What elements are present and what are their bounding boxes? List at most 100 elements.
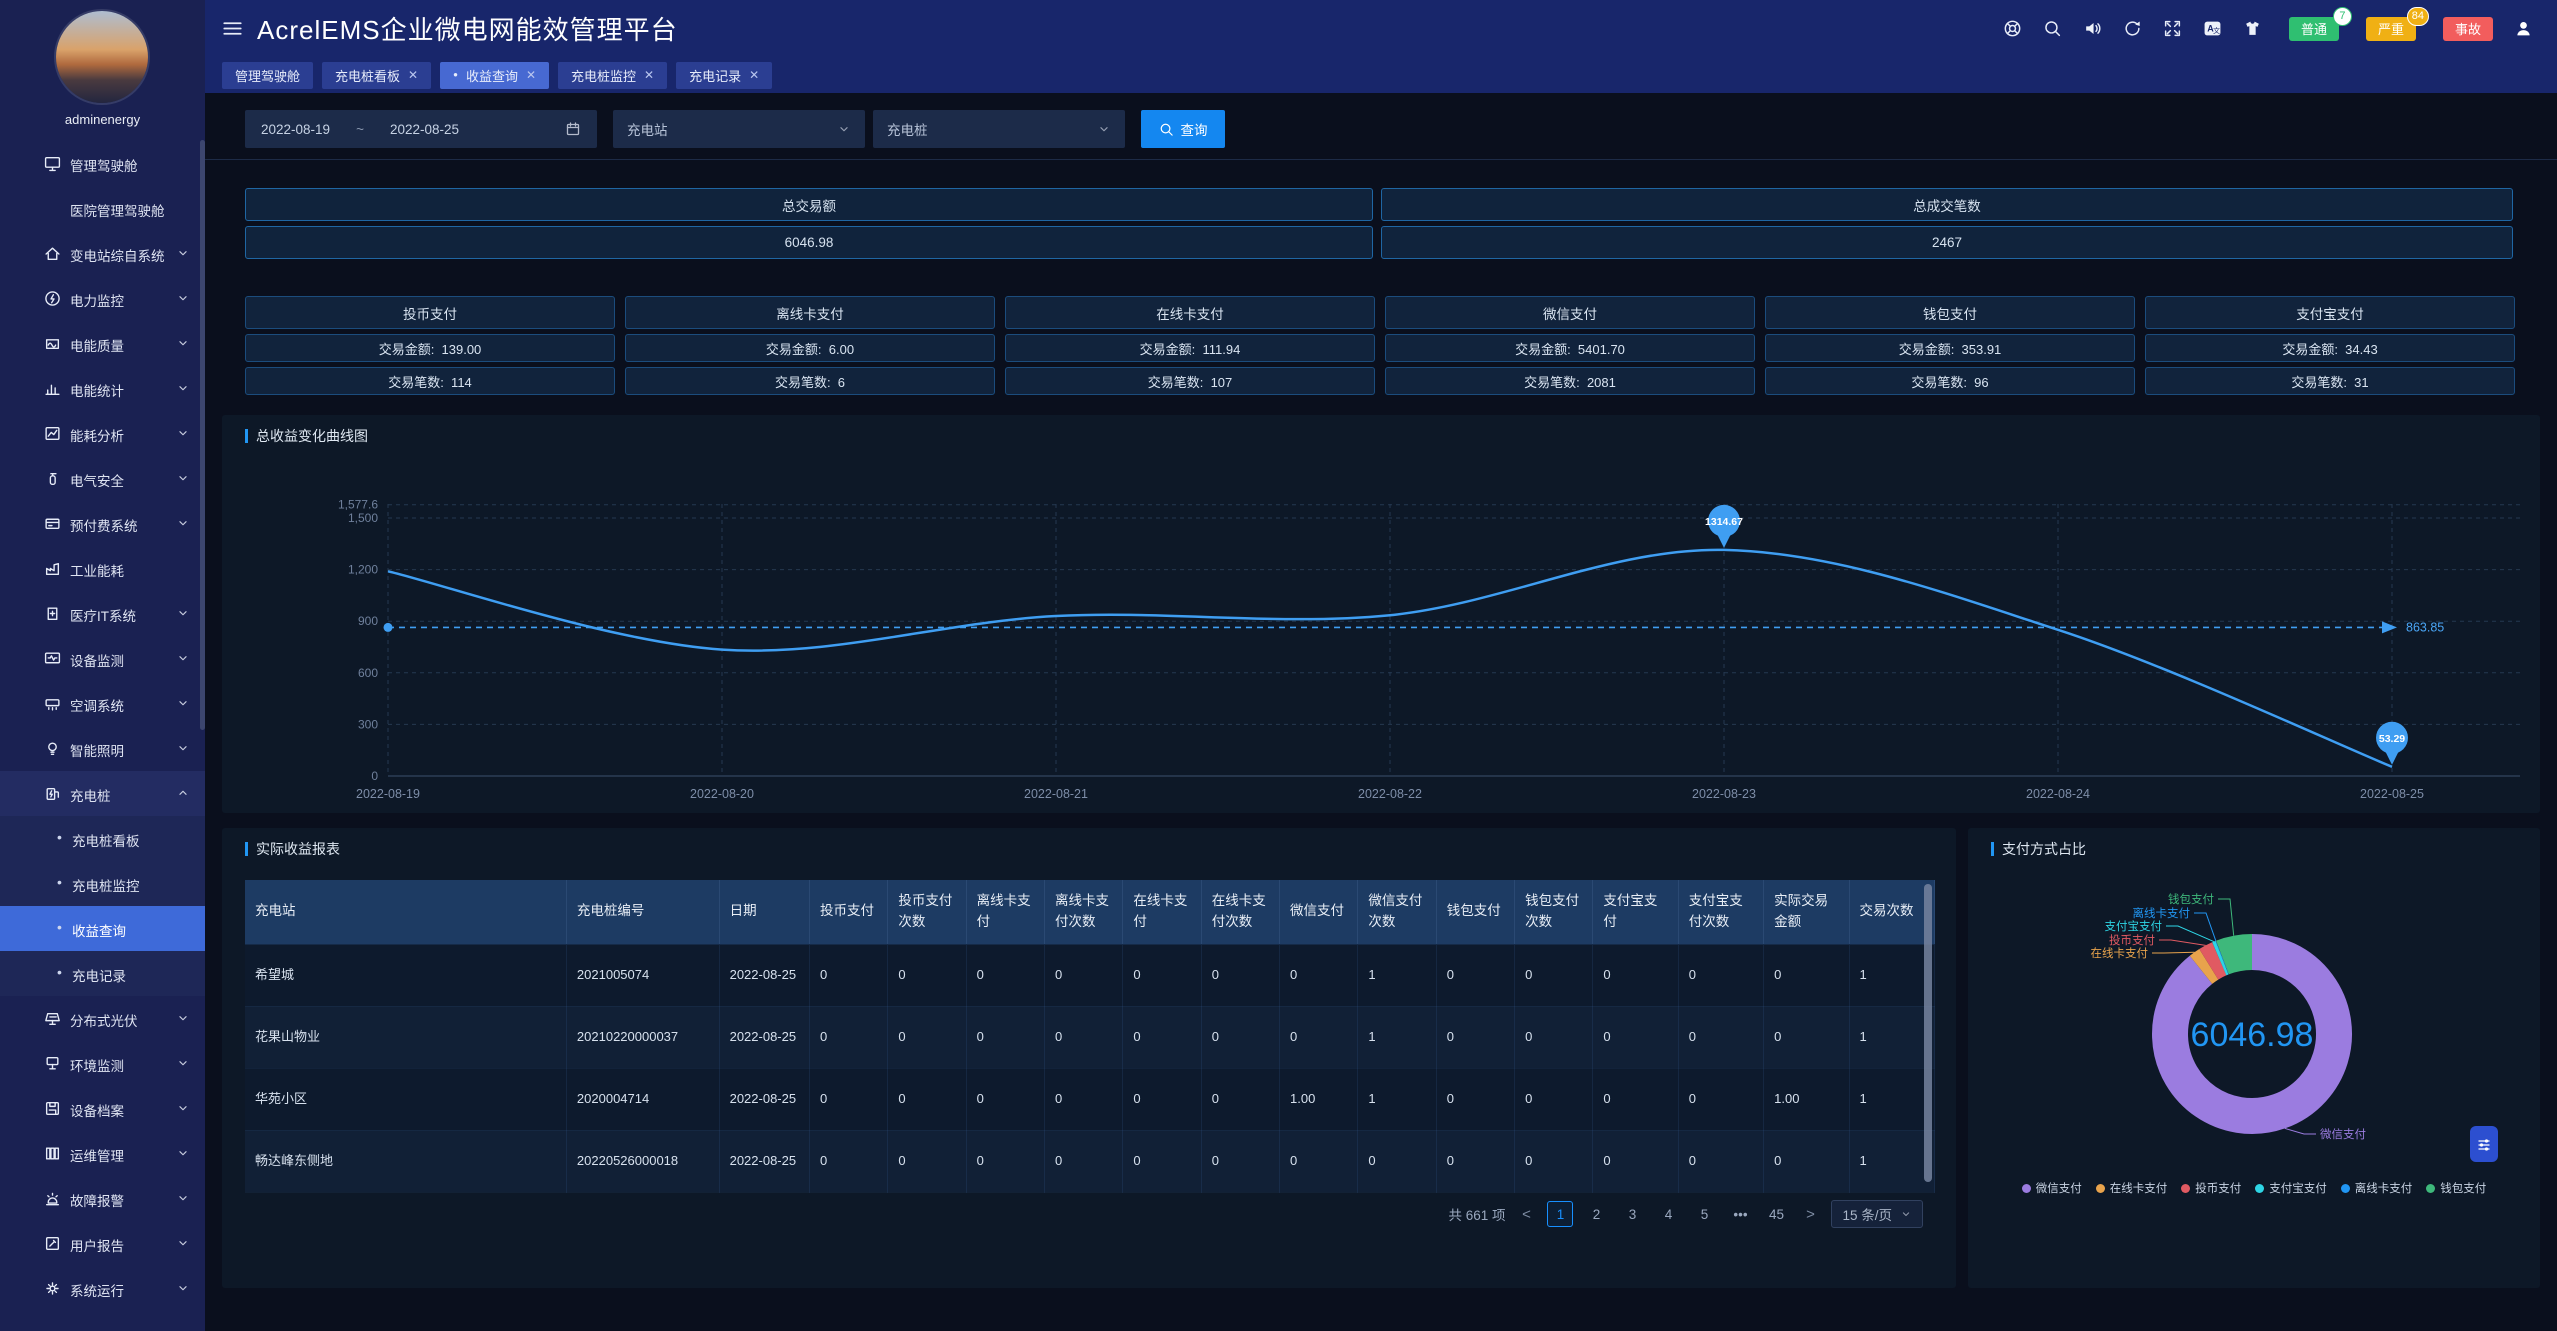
table-cell: 0 bbox=[1201, 1006, 1279, 1068]
legend-item-4[interactable]: 离线卡支付 bbox=[2341, 1180, 2413, 1196]
system-icon bbox=[44, 1280, 61, 1297]
sidebar-item-ops-management[interactable]: 运维管理 bbox=[0, 1131, 205, 1176]
sidebar-item-label: 环境监测 bbox=[70, 1055, 124, 1075]
sidebar-item-label: 故障报警 bbox=[70, 1190, 124, 1210]
sidebar-item-power-quality[interactable]: 电能质量 bbox=[0, 321, 205, 366]
legend-item-3[interactable]: 支付宝支付 bbox=[2255, 1180, 2327, 1196]
search-icon[interactable] bbox=[2043, 19, 2062, 38]
avatar[interactable] bbox=[56, 11, 148, 103]
table-cell: 0 bbox=[1436, 944, 1514, 1006]
table-cell: 0 bbox=[1280, 1130, 1358, 1192]
sidebar-item-medical-it[interactable]: 医疗IT系统 bbox=[0, 591, 205, 636]
sidebar-item-industrial-energy[interactable]: 工业能耗 bbox=[0, 546, 205, 591]
sidebar-item-charging-pile[interactable]: 充电桩 bbox=[0, 771, 205, 816]
sidebar-item-system-operation[interactable]: 系统运行 bbox=[0, 1266, 205, 1311]
sidebar-item-device-monitoring[interactable]: 设备监测 bbox=[0, 636, 205, 681]
page-number-4[interactable]: 4 bbox=[1655, 1201, 1681, 1227]
help-icon[interactable] bbox=[2003, 19, 2022, 38]
close-icon[interactable]: ✕ bbox=[526, 68, 536, 82]
sidebar-item-device-archive[interactable]: 设备档案 bbox=[0, 1086, 205, 1131]
settings-float-button[interactable] bbox=[2470, 1126, 2498, 1162]
sidebar-item-energy-statistics[interactable]: 电能统计 bbox=[0, 366, 205, 411]
translate-icon[interactable]: A文 bbox=[2203, 19, 2222, 38]
tab-charging-records[interactable]: 充电记录✕ bbox=[676, 62, 772, 89]
user-icon[interactable] bbox=[2514, 19, 2533, 38]
active-dot-icon: ● bbox=[453, 71, 458, 79]
legend-item-2[interactable]: 投币支付 bbox=[2181, 1180, 2241, 1196]
sidebar-subitem-pile-monitoring[interactable]: •充电桩监控 bbox=[0, 861, 205, 906]
refresh-icon[interactable] bbox=[2123, 19, 2142, 38]
page-number-2[interactable]: 2 bbox=[1583, 1201, 1609, 1227]
page-number-5[interactable]: 5 bbox=[1691, 1201, 1717, 1227]
table-scrollbar[interactable] bbox=[1924, 884, 1932, 1182]
chevron-down-icon bbox=[176, 651, 190, 665]
sidebar-item-hospital-dashboard[interactable]: 医院管理驾驶舱 bbox=[0, 186, 205, 231]
theme-shirt-icon[interactable] bbox=[2243, 19, 2262, 38]
station-select[interactable]: 充电站 bbox=[613, 110, 865, 148]
tab-revenue-query[interactable]: ●收益查询✕ bbox=[440, 62, 549, 89]
total-count-value: 2467 bbox=[1381, 226, 2513, 259]
sidebar-item-electrical-safety[interactable]: 电气安全 bbox=[0, 456, 205, 501]
table-cell: 0 bbox=[1358, 1130, 1436, 1192]
sidebar-item-substation-system[interactable]: 变电站综自系统 bbox=[0, 231, 205, 276]
sidebar-item-power-monitoring[interactable]: 电力监控 bbox=[0, 276, 205, 321]
sidebar-item-user-report[interactable]: 用户报告 bbox=[0, 1221, 205, 1266]
chevron-down-icon bbox=[176, 741, 190, 755]
legend-item-5[interactable]: 钱包支付 bbox=[2426, 1180, 2486, 1196]
page-number-•••[interactable]: ••• bbox=[1727, 1201, 1753, 1227]
table-cell: 0 bbox=[1515, 1130, 1593, 1192]
table-column-header: 钱包支付 bbox=[1436, 880, 1514, 944]
close-icon[interactable]: ✕ bbox=[749, 68, 759, 82]
sidebar-item-environment-monitoring[interactable]: 环境监测 bbox=[0, 1041, 205, 1086]
next-page-icon[interactable]: > bbox=[1799, 1201, 1821, 1227]
legend-item-1[interactable]: 在线卡支付 bbox=[2096, 1180, 2168, 1196]
volume-icon[interactable] bbox=[2083, 19, 2102, 38]
alarm-button-accident[interactable]: 事故 bbox=[2443, 17, 2493, 41]
sidebar-item-prepaid-system[interactable]: 预付费系统 bbox=[0, 501, 205, 546]
date-separator: ~ bbox=[356, 122, 364, 137]
page-size-select[interactable]: 15 条/页 bbox=[1831, 1200, 1923, 1228]
close-icon[interactable]: ✕ bbox=[408, 68, 418, 82]
legend-dot-icon bbox=[2022, 1184, 2031, 1193]
date-range-input[interactable]: 2022-08-19 ~ 2022-08-25 bbox=[245, 110, 597, 148]
payment-share-donut-chart: 6046.98钱包支付离线卡支付支付宝支付投币支付在线卡支付微信支付 bbox=[1968, 860, 2540, 1180]
page-number-1[interactable]: 1 bbox=[1547, 1201, 1573, 1227]
revenue-curve-section: 总收益变化曲线图 03006009001,2001,5001,577.62022… bbox=[222, 415, 2540, 813]
fullscreen-icon[interactable] bbox=[2163, 19, 2182, 38]
revenue-table: 充电站充电桩编号日期投币支付投币支付次数离线卡支付离线卡支付次数在线卡支付在线卡… bbox=[245, 880, 1935, 1193]
table-cell: 0 bbox=[1764, 1006, 1849, 1068]
payment-card-amount: 交易金额: 353.91 bbox=[1765, 334, 2135, 362]
revenue-table-section: 实际收益报表 充电站充电桩编号日期投币支付投币支付次数离线卡支付离线卡支付次数在… bbox=[222, 828, 1956, 1288]
alarm-button-severe[interactable]: 严重84 bbox=[2366, 17, 2416, 41]
tab-pile-monitoring[interactable]: 充电桩监控✕ bbox=[558, 62, 667, 89]
close-icon[interactable]: ✕ bbox=[644, 68, 654, 82]
power-icon bbox=[44, 290, 61, 307]
sidebar-item-label: 充电桩 bbox=[70, 785, 111, 805]
table-column-header: 微信支付次数 bbox=[1358, 880, 1436, 944]
sidebar-scrollbar[interactable] bbox=[200, 140, 205, 730]
tab-pile-dashboard[interactable]: 充电桩看板✕ bbox=[322, 62, 431, 89]
prev-page-icon[interactable]: < bbox=[1515, 1201, 1537, 1227]
svg-text:1,200: 1,200 bbox=[348, 563, 378, 577]
sidebar-subitem-pile-dashboard[interactable]: •充电桩看板 bbox=[0, 816, 205, 861]
alarm-button-normal[interactable]: 普通7 bbox=[2289, 17, 2339, 41]
menu-toggle-icon[interactable] bbox=[222, 18, 243, 39]
sidebar-item-energy-analysis[interactable]: 能耗分析 bbox=[0, 411, 205, 456]
sidebar-item-fault-alarm[interactable]: 故障报警 bbox=[0, 1176, 205, 1221]
payment-card-amount: 交易金额: 5401.70 bbox=[1385, 334, 1755, 362]
legend-item-0[interactable]: 微信支付 bbox=[2022, 1180, 2082, 1196]
sidebar-subitem-revenue-query[interactable]: •收益查询 bbox=[0, 906, 205, 951]
sidebar-subitem-charging-records[interactable]: •充电记录 bbox=[0, 951, 205, 996]
tab-dashboard[interactable]: 管理驾驶舱 bbox=[222, 62, 313, 89]
sidebar-item-management-dashboard[interactable]: 管理驾驶舱 bbox=[0, 141, 205, 186]
page-number-3[interactable]: 3 bbox=[1619, 1201, 1645, 1227]
sidebar-item-smart-lighting[interactable]: 智能照明 bbox=[0, 726, 205, 771]
table-cell: 2020004714 bbox=[566, 1068, 719, 1130]
pile-select[interactable]: 充电桩 bbox=[873, 110, 1125, 148]
sidebar-item-distributed-pv[interactable]: 分布式光伏 bbox=[0, 996, 205, 1041]
page-number-45[interactable]: 45 bbox=[1763, 1201, 1789, 1227]
chevron-down-icon bbox=[176, 1236, 190, 1250]
bullet-icon: • bbox=[57, 829, 62, 845]
sidebar-item-hvac-system[interactable]: 空调系统 bbox=[0, 681, 205, 726]
query-button[interactable]: 查询 bbox=[1141, 110, 1225, 148]
